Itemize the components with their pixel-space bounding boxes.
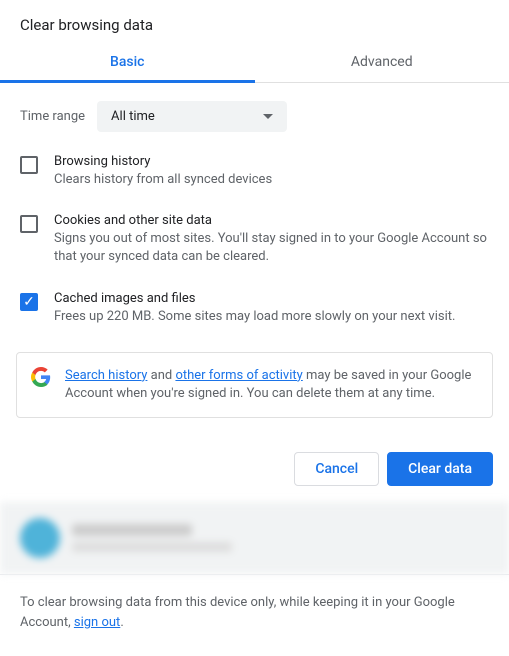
checkbox-cookies[interactable] — [20, 215, 38, 233]
other-activity-link[interactable]: other forms of activity — [175, 368, 302, 383]
checkbox-cache[interactable]: ✓ — [20, 293, 38, 311]
option-title: Cookies and other site data — [54, 213, 489, 228]
account-email-redacted — [72, 542, 232, 552]
cancel-button[interactable]: Cancel — [294, 452, 379, 486]
tab-basic[interactable]: Basic — [0, 42, 255, 82]
tab-advanced[interactable]: Advanced — [255, 42, 509, 82]
info-text: Search history and other forms of activi… — [65, 367, 478, 403]
account-name-redacted — [72, 524, 192, 536]
option-desc: Signs you out of most sites. You'll stay… — [54, 230, 489, 266]
option-title: Cached images and files — [54, 291, 489, 306]
option-title: Browsing history — [54, 154, 489, 169]
info-mid: and — [147, 368, 175, 383]
account-info — [0, 502, 509, 574]
option-desc: Clears history from all synced devices — [54, 171, 489, 189]
chevron-down-icon — [263, 114, 273, 119]
checkbox-browsing-history[interactable] — [20, 156, 38, 174]
option-cache: ✓ Cached images and files Frees up 220 M… — [0, 279, 509, 338]
footer-note: To clear browsing data from this device … — [0, 574, 509, 656]
avatar — [20, 518, 60, 558]
dialog-title: Clear browsing data — [0, 0, 509, 42]
option-cookies: Cookies and other site data Signs you ou… — [0, 201, 509, 278]
option-desc: Frees up 220 MB. Some sites may load mor… — [54, 308, 489, 326]
footer-post: . — [120, 615, 123, 630]
button-row: Cancel Clear data — [0, 432, 509, 502]
time-range-select[interactable]: All time — [97, 101, 287, 132]
tabs: Basic Advanced — [0, 42, 509, 83]
clear-data-button[interactable]: Clear data — [387, 452, 493, 486]
check-icon: ✓ — [23, 295, 35, 309]
time-range-value: All time — [111, 109, 155, 124]
time-range-row: Time range All time — [0, 83, 509, 142]
google-logo-icon — [31, 367, 51, 387]
sign-out-link[interactable]: sign out — [74, 615, 120, 630]
time-range-label: Time range — [20, 109, 85, 124]
info-box: Search history and other forms of activi… — [16, 352, 493, 418]
option-browsing-history: Browsing history Clears history from all… — [0, 142, 509, 201]
search-history-link[interactable]: Search history — [65, 368, 147, 383]
